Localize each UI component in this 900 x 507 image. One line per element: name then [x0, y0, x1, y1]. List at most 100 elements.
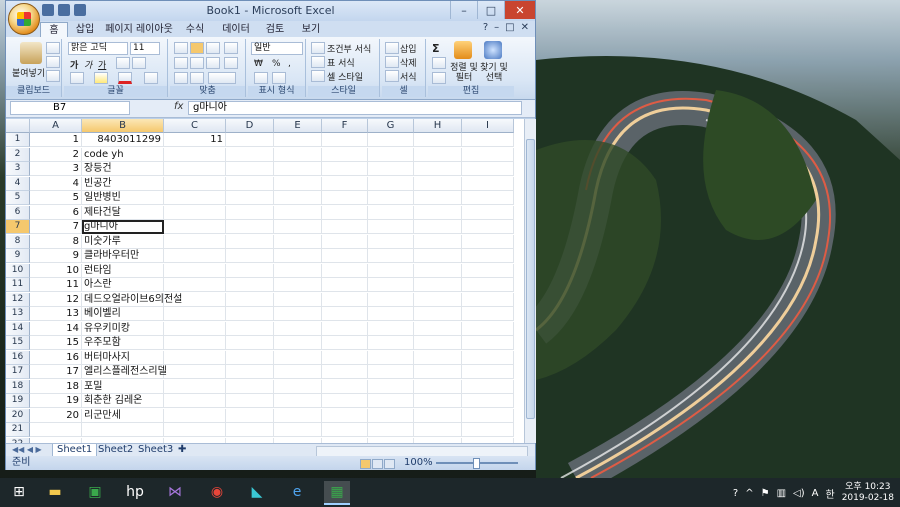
cell-a1[interactable]: 1: [30, 133, 82, 147]
cell-f10[interactable]: [322, 263, 368, 278]
row-header[interactable]: 20: [6, 408, 30, 423]
cell-f11[interactable]: [322, 278, 368, 292]
sheet-tab-3[interactable]: Sheet3: [134, 444, 177, 456]
office-button[interactable]: [8, 3, 40, 35]
cell-e9[interactable]: [274, 249, 322, 263]
format-painter-icon[interactable]: [46, 70, 60, 82]
row-header[interactable]: 2: [6, 147, 30, 162]
cell-f6[interactable]: [322, 205, 368, 220]
cell-h21[interactable]: [414, 423, 462, 437]
cell-e14[interactable]: [274, 321, 322, 336]
cell-b14[interactable]: 유우키미캉: [82, 321, 164, 336]
column-header-g[interactable]: G: [368, 119, 414, 133]
cell-a4[interactable]: 4: [30, 176, 82, 191]
align-center-icon[interactable]: [190, 57, 204, 69]
store-icon[interactable]: ▣: [82, 481, 108, 503]
excel-icon[interactable]: ▦: [324, 481, 350, 505]
cell-e19[interactable]: [274, 394, 322, 408]
cell-h3[interactable]: [414, 162, 462, 176]
app-icon[interactable]: ◣: [244, 481, 270, 503]
redo-icon[interactable]: [74, 4, 86, 16]
tab-insert[interactable]: 삽입: [70, 22, 100, 37]
flag-icon[interactable]: ⚑: [761, 488, 770, 499]
cell-i19[interactable]: [462, 394, 514, 408]
cell-i17[interactable]: [462, 365, 514, 379]
cell-h9[interactable]: [414, 249, 462, 263]
cell-c18[interactable]: [164, 379, 226, 394]
cell-c8[interactable]: [164, 234, 226, 249]
cell-h16[interactable]: [414, 350, 462, 365]
cell-f2[interactable]: [322, 147, 368, 162]
cell-c5[interactable]: [164, 191, 226, 205]
cell-b21[interactable]: [82, 423, 164, 437]
row-header[interactable]: 7: [6, 220, 30, 234]
maximize-button[interactable]: □: [477, 1, 504, 19]
cell-b3[interactable]: 장등건: [82, 162, 164, 176]
tab-data[interactable]: 데이터: [218, 22, 254, 37]
row-header[interactable]: 1: [6, 133, 30, 147]
number-format-select[interactable]: 일반: [251, 42, 303, 55]
cell-g8[interactable]: [368, 234, 414, 249]
underline-button[interactable]: 가: [98, 58, 106, 71]
cell-h19[interactable]: [414, 394, 462, 408]
file-explorer-icon[interactable]: ▬: [42, 481, 68, 503]
cell-g17[interactable]: [368, 365, 414, 379]
cell-g2[interactable]: [368, 147, 414, 162]
paste-button[interactable]: 붙여넣기: [12, 66, 45, 79]
cell-e1[interactable]: [274, 133, 322, 147]
sheet-navigation-arrows[interactable]: ◀◀ ◀ ▶ ▶▶: [8, 444, 56, 466]
cell-h8[interactable]: [414, 234, 462, 249]
font-color-icon[interactable]: [118, 72, 132, 84]
zoom-slider-thumb[interactable]: [473, 458, 480, 469]
cell-a13[interactable]: 13: [30, 307, 82, 321]
chrome-icon[interactable]: ◉: [204, 481, 230, 503]
help-icon[interactable]: ?: [483, 22, 488, 33]
cell-f4[interactable]: [322, 176, 368, 191]
cell-i11[interactable]: [462, 278, 514, 292]
column-header-i[interactable]: I: [462, 119, 514, 133]
row-header[interactable]: 8: [6, 234, 30, 249]
cell-b11[interactable]: 아스란: [82, 278, 164, 292]
cell-a19[interactable]: 19: [30, 394, 82, 408]
cell-b1[interactable]: 8403011299: [82, 133, 164, 147]
cell-a9[interactable]: 9: [30, 249, 82, 263]
row-header[interactable]: 12: [6, 292, 30, 307]
font-size-select[interactable]: 11: [130, 42, 160, 55]
cell-g9[interactable]: [368, 249, 414, 263]
wrap-text-icon[interactable]: [224, 57, 238, 69]
cell-h1[interactable]: [414, 133, 462, 147]
cell-b6[interactable]: 제타건달: [82, 205, 164, 220]
cell-i5[interactable]: [462, 191, 514, 205]
zoom-level[interactable]: 100%: [404, 456, 433, 470]
insert-cells-button[interactable]: 삽입: [400, 42, 417, 55]
cell-d10[interactable]: [226, 263, 274, 278]
currency-button[interactable]: ₩: [254, 59, 263, 69]
tab-page-layout[interactable]: 페이지 레이아웃: [104, 22, 174, 37]
row-header[interactable]: 15: [6, 336, 30, 350]
cell-g15[interactable]: [368, 336, 414, 350]
cell-e13[interactable]: [274, 307, 322, 321]
percent-button[interactable]: %: [272, 59, 281, 69]
cell-f5[interactable]: [322, 191, 368, 205]
cell-b2[interactable]: code yh: [82, 147, 164, 162]
cell-a17[interactable]: 17: [30, 365, 82, 379]
vertical-scrollbar[interactable]: [524, 119, 536, 443]
decrease-decimal-icon[interactable]: [272, 72, 286, 84]
cell-b19[interactable]: 회춘한 김레온: [82, 394, 164, 408]
cell-c21[interactable]: [164, 423, 226, 437]
cell-i12[interactable]: [462, 292, 514, 307]
cell-b20[interactable]: 리군만세: [82, 408, 164, 423]
insert-sheet-icon[interactable]: ✚: [174, 444, 190, 456]
cell-e5[interactable]: [274, 191, 322, 205]
cell-h15[interactable]: [414, 336, 462, 350]
cell-e2[interactable]: [274, 147, 322, 162]
cell-a2[interactable]: 2: [30, 147, 82, 162]
cell-b5[interactable]: 일반병빈: [82, 191, 164, 205]
visual-studio-icon[interactable]: ⋈: [162, 481, 188, 503]
cell-c14[interactable]: [164, 321, 226, 336]
grow-font-icon[interactable]: [116, 57, 130, 69]
cell-e11[interactable]: [274, 278, 322, 292]
cell-i2[interactable]: [462, 147, 514, 162]
cell-h18[interactable]: [414, 379, 462, 394]
row-header[interactable]: 5: [6, 191, 30, 205]
